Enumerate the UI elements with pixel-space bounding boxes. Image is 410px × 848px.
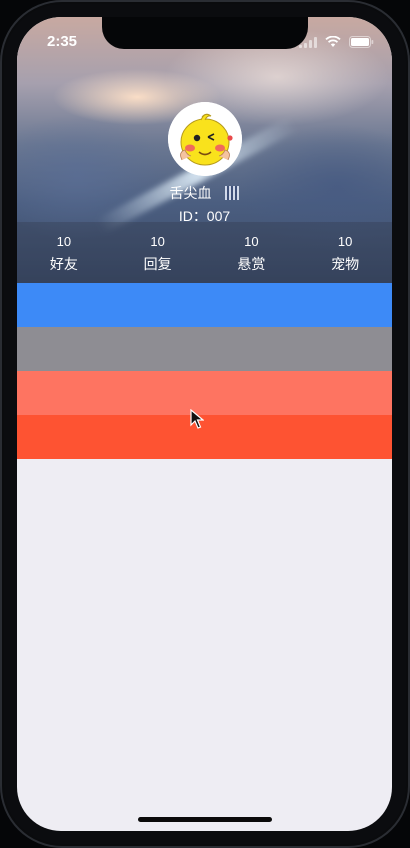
stat-bounty[interactable]: 10 悬赏 — [205, 222, 299, 283]
avatar-emoji — [168, 102, 242, 176]
stats-bar: 10 好友 10 回复 10 悬赏 10 宠物 — [17, 222, 392, 283]
avatar[interactable] — [168, 102, 242, 176]
status-time: 2:35 — [47, 33, 78, 50]
stat-pets[interactable]: 10 宠物 — [298, 222, 392, 283]
wifi-icon — [325, 36, 341, 48]
list-row-gray[interactable] — [17, 327, 392, 371]
stat-value: 10 — [56, 234, 72, 249]
stat-replies[interactable]: 10 回复 — [111, 222, 205, 283]
battery-icon — [349, 36, 374, 48]
stat-value: 10 — [244, 234, 259, 249]
stat-friends[interactable]: 10 好友 — [17, 222, 111, 283]
profile-header: 舌尖血 ID：007 10 好友 10 回复 10 悬赏 10 宠物 — [17, 17, 392, 283]
qr-code-icon[interactable] — [225, 186, 240, 200]
stat-label: 好友 — [49, 256, 78, 272]
stat-label: 悬赏 — [237, 256, 266, 272]
device-notch — [102, 17, 308, 49]
home-indicator[interactable] — [138, 817, 272, 822]
stat-value: 10 — [337, 234, 353, 249]
app-screen: 舌尖血 ID：007 10 好友 10 回复 10 悬赏 10 宠物 — [17, 17, 392, 831]
list-row-orange[interactable] — [17, 415, 392, 459]
stat-label: 宠物 — [331, 256, 360, 272]
status-icons — [299, 36, 374, 48]
stat-label: 回复 — [143, 256, 172, 272]
username: 舌尖血 — [169, 185, 212, 201]
username-row: 舌尖血 — [17, 183, 392, 203]
device-frame: 舌尖血 ID：007 10 好友 10 回复 10 悬赏 10 宠物 2:35 — [0, 0, 410, 848]
list-row-blue[interactable] — [17, 283, 392, 327]
signal-icon — [299, 36, 317, 48]
stat-value: 10 — [150, 234, 165, 249]
list-row-coral[interactable] — [17, 371, 392, 415]
cursor-icon — [190, 408, 205, 434]
